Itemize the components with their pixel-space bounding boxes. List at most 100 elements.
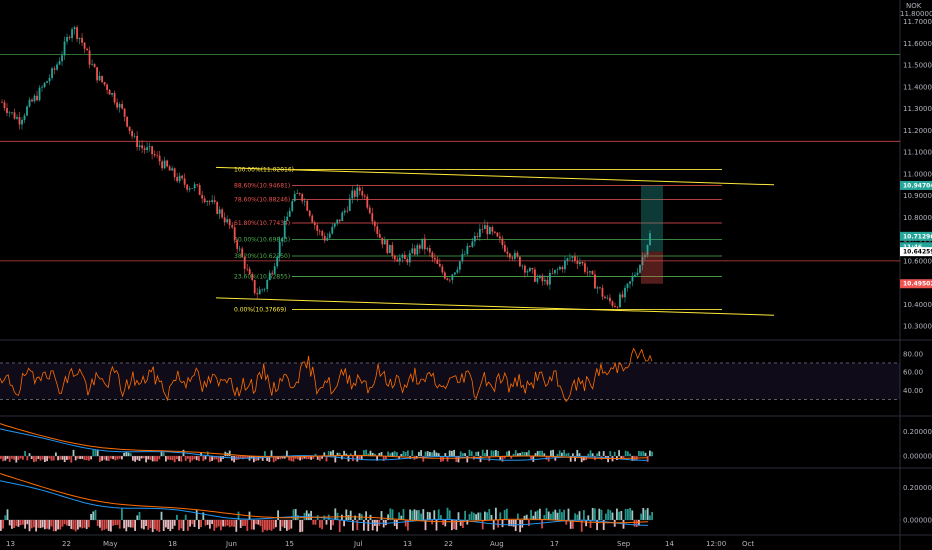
- candle-body: [551, 272, 554, 274]
- candle-body: [418, 245, 421, 249]
- osc-histogram-bar: [6, 509, 9, 520]
- osc-histogram-bar: [358, 456, 361, 460]
- osc-histogram-bar: [609, 510, 612, 520]
- osc-histogram-bar: [409, 509, 411, 520]
- time-tick-label: 14: [665, 540, 674, 548]
- candle-body: [253, 279, 256, 294]
- osc-histogram-bar: [211, 456, 213, 461]
- candle-body: [208, 201, 211, 202]
- osc-histogram-bar: [554, 509, 557, 520]
- candle-body: [508, 253, 511, 258]
- osc-histogram-bar: [259, 519, 262, 527]
- osc-histogram-bar: [167, 519, 169, 530]
- osc-histogram-bar: [61, 519, 64, 527]
- oscillator-panel-2[interactable]: 0.20000 0.00000: [0, 473, 932, 533]
- candle-body: [33, 95, 36, 102]
- candle-body: [93, 64, 96, 68]
- candle-body: [556, 269, 559, 270]
- candle-body: [121, 103, 123, 109]
- osc-histogram-bar: [202, 456, 205, 462]
- candle-body: [423, 238, 426, 250]
- osc-histogram-bar: [349, 510, 352, 520]
- osc-histogram-bar: [22, 456, 24, 460]
- osc-histogram-bar: [101, 456, 103, 461]
- candle-body: [281, 238, 284, 242]
- oscillator-panel-1[interactable]: 0.20000 0.00000: [0, 423, 932, 463]
- candle-body: [498, 236, 501, 239]
- price-panel[interactable]: 11.70000 11.60000 11.50000 11.40000 11.30000…: [0, 0, 932, 550]
- osc-histogram-bar: [624, 450, 627, 457]
- osc-histogram-bar: [96, 519, 99, 526]
- osc-histogram-bar: [492, 450, 495, 457]
- osc-histogram-bar: [114, 456, 117, 461]
- osc-histogram-bar: [512, 519, 515, 527]
- candle-body: [131, 131, 134, 137]
- candle-body: [206, 201, 209, 203]
- candle-body: [443, 272, 446, 279]
- candle-body: [151, 146, 154, 155]
- osc-histogram-bar: [431, 452, 433, 457]
- osc-histogram-bar: [169, 456, 172, 460]
- osc-histogram-bar: [464, 453, 466, 457]
- osc-histogram-bar: [644, 452, 647, 457]
- osc-histogram-bar: [567, 508, 570, 520]
- candle-body: [481, 228, 484, 230]
- osc-histogram-bar: [422, 509, 425, 520]
- osc-histogram-bar: [94, 449, 97, 457]
- osc-histogram-bar: [118, 456, 121, 459]
- osc-histogram-bar: [420, 450, 422, 457]
- candle-body: [241, 248, 244, 257]
- candle-body: [451, 274, 454, 281]
- osc-histogram-bar: [242, 456, 244, 460]
- osc-histogram-bar: [242, 519, 244, 527]
- candle-body: [601, 287, 604, 297]
- candle-body: [263, 289, 266, 290]
- candle-body: [246, 268, 249, 270]
- rsi-panel[interactable]: 80.00 60.00 40.00: [0, 347, 923, 403]
- candle-body: [238, 248, 241, 250]
- candle-body: [103, 82, 106, 85]
- candle-body: [606, 297, 609, 299]
- candle-body: [16, 117, 18, 119]
- osc-histogram-bar: [33, 456, 35, 463]
- chart-root[interactable]: 11.70000 11.60000 11.50000 11.40000 11.30000…: [0, 0, 932, 550]
- osc-histogram-bar: [158, 519, 161, 532]
- candle-body: [56, 64, 58, 70]
- osc-histogram-bar: [495, 507, 497, 520]
- candle-body: [88, 50, 91, 65]
- candle-body: [38, 87, 41, 101]
- candle-body: [321, 231, 324, 236]
- osc-histogram-bar: [539, 450, 541, 457]
- osc-histogram-bar: [33, 519, 35, 528]
- candle-body: [248, 269, 251, 275]
- osc-histogram-bar: [618, 511, 620, 520]
- candle-body: [3, 102, 6, 109]
- candle-body: [581, 261, 584, 264]
- candle-body: [554, 269, 556, 274]
- osc-histogram-bar: [435, 452, 438, 457]
- candle-body: [141, 145, 144, 149]
- candle-body: [348, 198, 351, 211]
- osc-histogram-bar: [48, 456, 51, 459]
- osc-histogram-bar: [46, 519, 48, 529]
- price-tick-label: 11.70000: [903, 18, 932, 26]
- osc-histogram-bar: [490, 450, 493, 457]
- candle-body: [306, 200, 309, 211]
- osc-histogram-bar: [55, 452, 57, 457]
- osc-histogram-bar: [495, 450, 497, 457]
- osc-histogram-bar: [178, 456, 180, 462]
- osc-histogram-bar: [4, 515, 7, 520]
- time-tick-label: 22: [444, 540, 453, 548]
- osc-histogram-bar: [607, 456, 609, 463]
- candle-body: [351, 190, 354, 199]
- osc-histogram-bar: [651, 451, 653, 457]
- candle-body: [594, 274, 596, 289]
- candle-body: [203, 198, 206, 203]
- price-tick-label: 10.30000: [903, 323, 932, 331]
- osc-histogram-bar: [176, 456, 178, 460]
- candle-body: [278, 241, 281, 257]
- candle-body: [383, 240, 386, 245]
- osc-histogram-bar: [19, 519, 22, 526]
- candle-body: [328, 233, 331, 238]
- osc-histogram-bar: [264, 451, 266, 457]
